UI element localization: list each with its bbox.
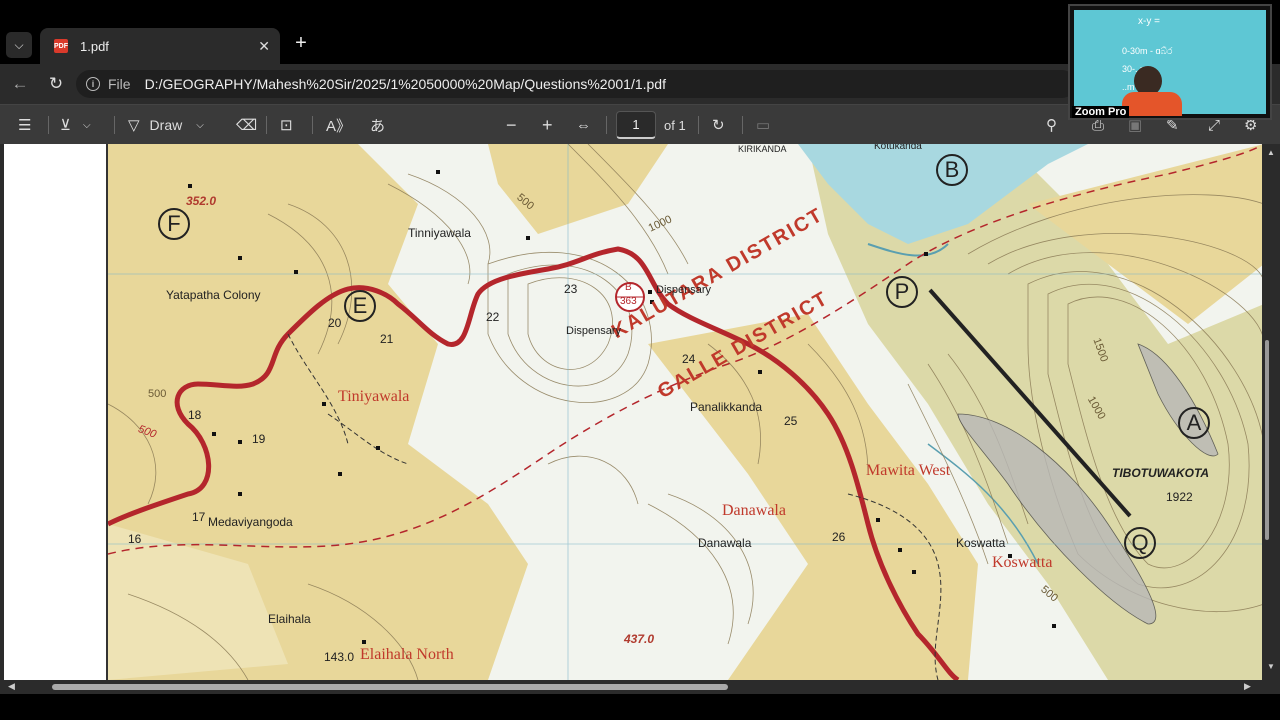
board-line: x-y =: [1138, 16, 1160, 27]
text-box-icon[interactable]: ⊡: [280, 113, 293, 137]
place-panalikkanda: Panalikkanda: [690, 400, 763, 414]
scroll-down-icon[interactable]: ▼: [1267, 662, 1275, 671]
contents-icon[interactable]: ☰: [18, 113, 31, 137]
place-elaihala: Elaihala: [268, 612, 311, 626]
route-shield-letter: B: [625, 282, 632, 293]
spot-height-143: 143.0: [324, 650, 355, 664]
circle-label-q: Q: [1124, 527, 1156, 559]
highlight-icon[interactable]: ⊻ ⌵: [60, 113, 91, 137]
contour-label: 500: [148, 388, 167, 400]
zoom-in-icon[interactable]: +: [542, 113, 553, 137]
close-icon[interactable]: ✕: [258, 38, 270, 55]
divider: [606, 116, 607, 134]
tab-title: 1.pdf: [80, 38, 109, 54]
scheme-label: File: [108, 76, 131, 92]
road-marker-23: 23: [564, 282, 578, 296]
url-input[interactable]: i File D:/GEOGRAPHY/Mahesh%20Sir/2025/1%…: [76, 70, 1076, 98]
divider: [266, 116, 267, 134]
place-medaviyangoda: Medaviyangoda: [208, 515, 293, 529]
search-icon[interactable]: ⚲: [1046, 113, 1057, 137]
draw-label: Draw: [149, 117, 183, 133]
back-icon[interactable]: ←: [10, 74, 30, 94]
draw-button[interactable]: ▽ Draw ⌵: [128, 113, 204, 137]
page-margin: [4, 144, 108, 680]
scroll-left-icon[interactable]: ◀: [8, 681, 15, 692]
place-red-elaihala-north: Elaihala North: [360, 646, 454, 663]
place-red-danawala: Danawala: [722, 502, 786, 519]
place-danawala: Danawala: [698, 536, 752, 550]
circle-label-f: F: [158, 208, 190, 240]
spot-height-352: 352.0: [186, 194, 217, 208]
refresh-icon[interactable]: ↻: [46, 74, 66, 94]
zoom-video-window[interactable]: x-y = 0-30m - ɑබ්ර 30-..m - ..m -: [1068, 4, 1272, 120]
place-tinniyawala: Tinniyawala: [408, 226, 471, 240]
road-marker-17: 17: [192, 510, 206, 524]
vertical-scroll-thumb[interactable]: [1265, 340, 1269, 540]
pdf-icon: PDF: [54, 39, 68, 53]
road-marker-22: 22: [486, 310, 500, 324]
scroll-right-icon[interactable]: ▶: [1244, 681, 1251, 692]
place-kirikanda: KIRIKANDA: [738, 144, 787, 154]
translate-icon[interactable]: あ: [370, 113, 385, 137]
zoom-label: Zoom Pro: [1072, 106, 1130, 118]
chevron-down-icon: ⌵: [196, 119, 204, 131]
zoom-out-icon[interactable]: −: [506, 113, 517, 137]
circle-label-b: B: [936, 154, 968, 186]
new-tab-button[interactable]: +: [290, 32, 312, 54]
pdf-viewer[interactable]: B 363 F E B P A Q KALUTARA DISTRICT GALL…: [0, 144, 1280, 680]
road-marker-21: 21: [380, 332, 394, 346]
peak-tibotuwakota: TIBOTUWAKOTA: [1112, 466, 1210, 480]
road-marker-26: 26: [832, 530, 846, 544]
bottom-bar: [0, 694, 1280, 720]
place-dispensary-2: Dispensary: [566, 325, 622, 337]
place-red-koswatta: Koswatta: [992, 554, 1053, 571]
info-icon: i: [86, 77, 100, 91]
map-graphic: [108, 144, 1262, 680]
scroll-up-icon[interactable]: ▲: [1267, 148, 1275, 157]
chevron-down-icon: ⌵: [14, 37, 24, 52]
route-shield-number: 363: [620, 296, 637, 307]
page-total: of 1: [664, 117, 686, 133]
road-marker-19: 19: [252, 432, 266, 446]
road-marker-25: 25: [784, 414, 798, 428]
place-yatapatha-colony: Yatapatha Colony: [166, 288, 261, 302]
url-text: D:/GEOGRAPHY/Mahesh%20Sir/2025/1%2050000…: [144, 76, 666, 92]
eraser-icon[interactable]: ⌫: [236, 113, 257, 137]
whiteboard: x-y = 0-30m - ɑබ්ර 30-..m - ..m -: [1074, 10, 1266, 116]
page-number-input[interactable]: 1: [616, 111, 656, 139]
fit-page-icon[interactable]: ⇔: [576, 113, 591, 137]
topographic-map: B 363 F E B P A Q KALUTARA DISTRICT GALL…: [106, 144, 1262, 680]
divider: [48, 116, 49, 134]
circle-label-e: E: [344, 290, 376, 322]
horizontal-scrollbar[interactable]: ◀ ▶: [0, 680, 1280, 694]
road-marker-24: 24: [682, 352, 696, 366]
board-line: 0-30m - ɑබ්ර: [1122, 46, 1173, 56]
place-red-tiniyawala: Tiniyawala: [338, 388, 410, 405]
divider: [698, 116, 699, 134]
circle-label-a: A: [1178, 407, 1210, 439]
presenter-shirt: [1122, 92, 1182, 116]
read-aloud-icon[interactable]: A》: [326, 113, 351, 137]
divider: [114, 116, 115, 134]
place-kotukanda: Kotukanda: [874, 144, 922, 152]
circle-label-p: P: [886, 276, 918, 308]
road-marker-18: 18: [188, 408, 202, 422]
road-marker-16: 16: [128, 532, 142, 546]
divider: [742, 116, 743, 134]
divider: [312, 116, 313, 134]
place-koswatta: Koswatta: [956, 536, 1006, 550]
place-dispensary-1: Dispensary: [656, 284, 712, 296]
road-marker-20: 20: [328, 316, 342, 330]
rotate-icon[interactable]: ↻: [712, 113, 725, 137]
horizontal-scroll-thumb[interactable]: [52, 684, 728, 690]
draw-icon: ▽: [128, 117, 140, 134]
tab-list-button[interactable]: ⌵: [6, 32, 32, 58]
two-page-icon[interactable]: ▭: [756, 113, 770, 137]
spot-height-1922: 1922: [1166, 490, 1193, 504]
spot-height-437: 437.0: [624, 632, 655, 646]
tab-active[interactable]: PDF 1.pdf ✕: [40, 28, 280, 64]
place-red-mawita-west: Mawita West: [866, 462, 951, 479]
